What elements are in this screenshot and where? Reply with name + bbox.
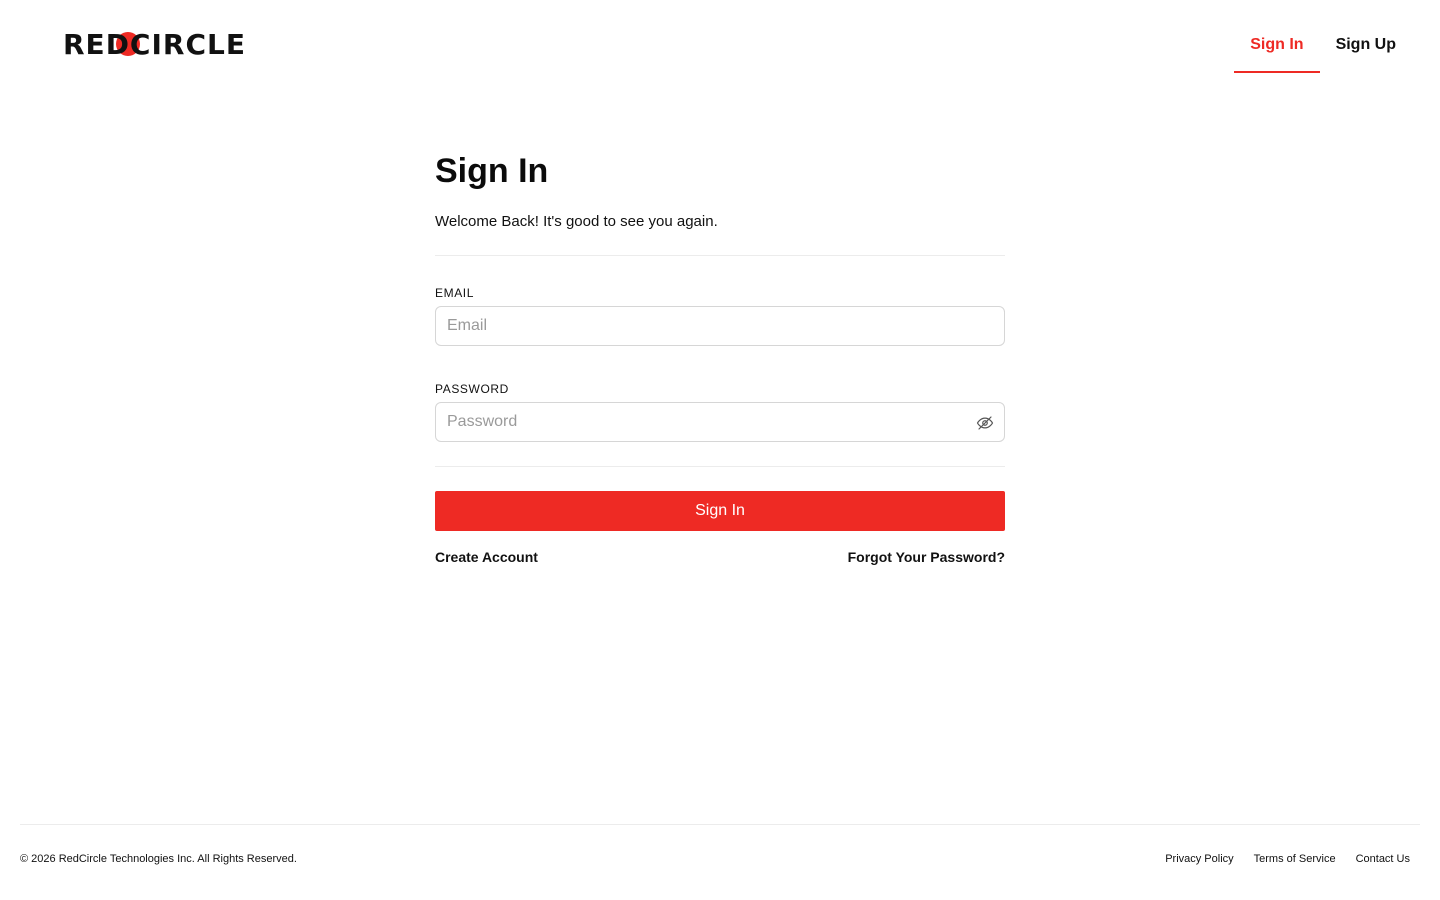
page-subtitle: Welcome Back! It's good to see you again…: [435, 213, 718, 230]
nav-sign-in[interactable]: Sign In: [1234, 22, 1320, 73]
logo-wordmark: REDCIRCLE: [63, 28, 246, 61]
password-field-wrapper: [435, 402, 1005, 442]
divider: [435, 255, 1005, 256]
privacy-policy-link[interactable]: Privacy Policy: [1165, 853, 1233, 865]
redcircle-logo[interactable]: REDCIRCLE: [63, 28, 246, 62]
eye-off-icon[interactable]: [976, 414, 994, 432]
header-nav: Sign In Sign Up: [1234, 22, 1412, 73]
site-header: REDCIRCLE Sign In Sign Up: [0, 0, 1440, 92]
terms-of-service-link[interactable]: Terms of Service: [1254, 853, 1336, 865]
divider: [435, 466, 1005, 467]
sign-in-button[interactable]: Sign In: [435, 491, 1005, 531]
password-field[interactable]: [436, 403, 1004, 441]
nav-sign-up[interactable]: Sign Up: [1320, 22, 1412, 73]
email-field[interactable]: [436, 307, 1004, 345]
email-label: EMAIL: [435, 286, 475, 300]
create-account-link[interactable]: Create Account: [435, 549, 538, 565]
footer-links: Privacy Policy Terms of Service Contact …: [1165, 853, 1410, 865]
form-links: Create Account Forgot Your Password?: [435, 549, 1005, 565]
contact-us-link[interactable]: Contact Us: [1356, 853, 1410, 865]
page-title: Sign In: [435, 152, 549, 190]
forgot-password-link[interactable]: Forgot Your Password?: [848, 549, 1005, 565]
email-field-wrapper: [435, 306, 1005, 346]
password-label: PASSWORD: [435, 382, 509, 396]
sign-in-form: Sign In Welcome Back! It's good to see y…: [435, 150, 1005, 565]
site-footer: © 2026 RedCircle Technologies Inc. All R…: [20, 824, 1420, 900]
copyright-text: © 2026 RedCircle Technologies Inc. All R…: [20, 853, 297, 865]
